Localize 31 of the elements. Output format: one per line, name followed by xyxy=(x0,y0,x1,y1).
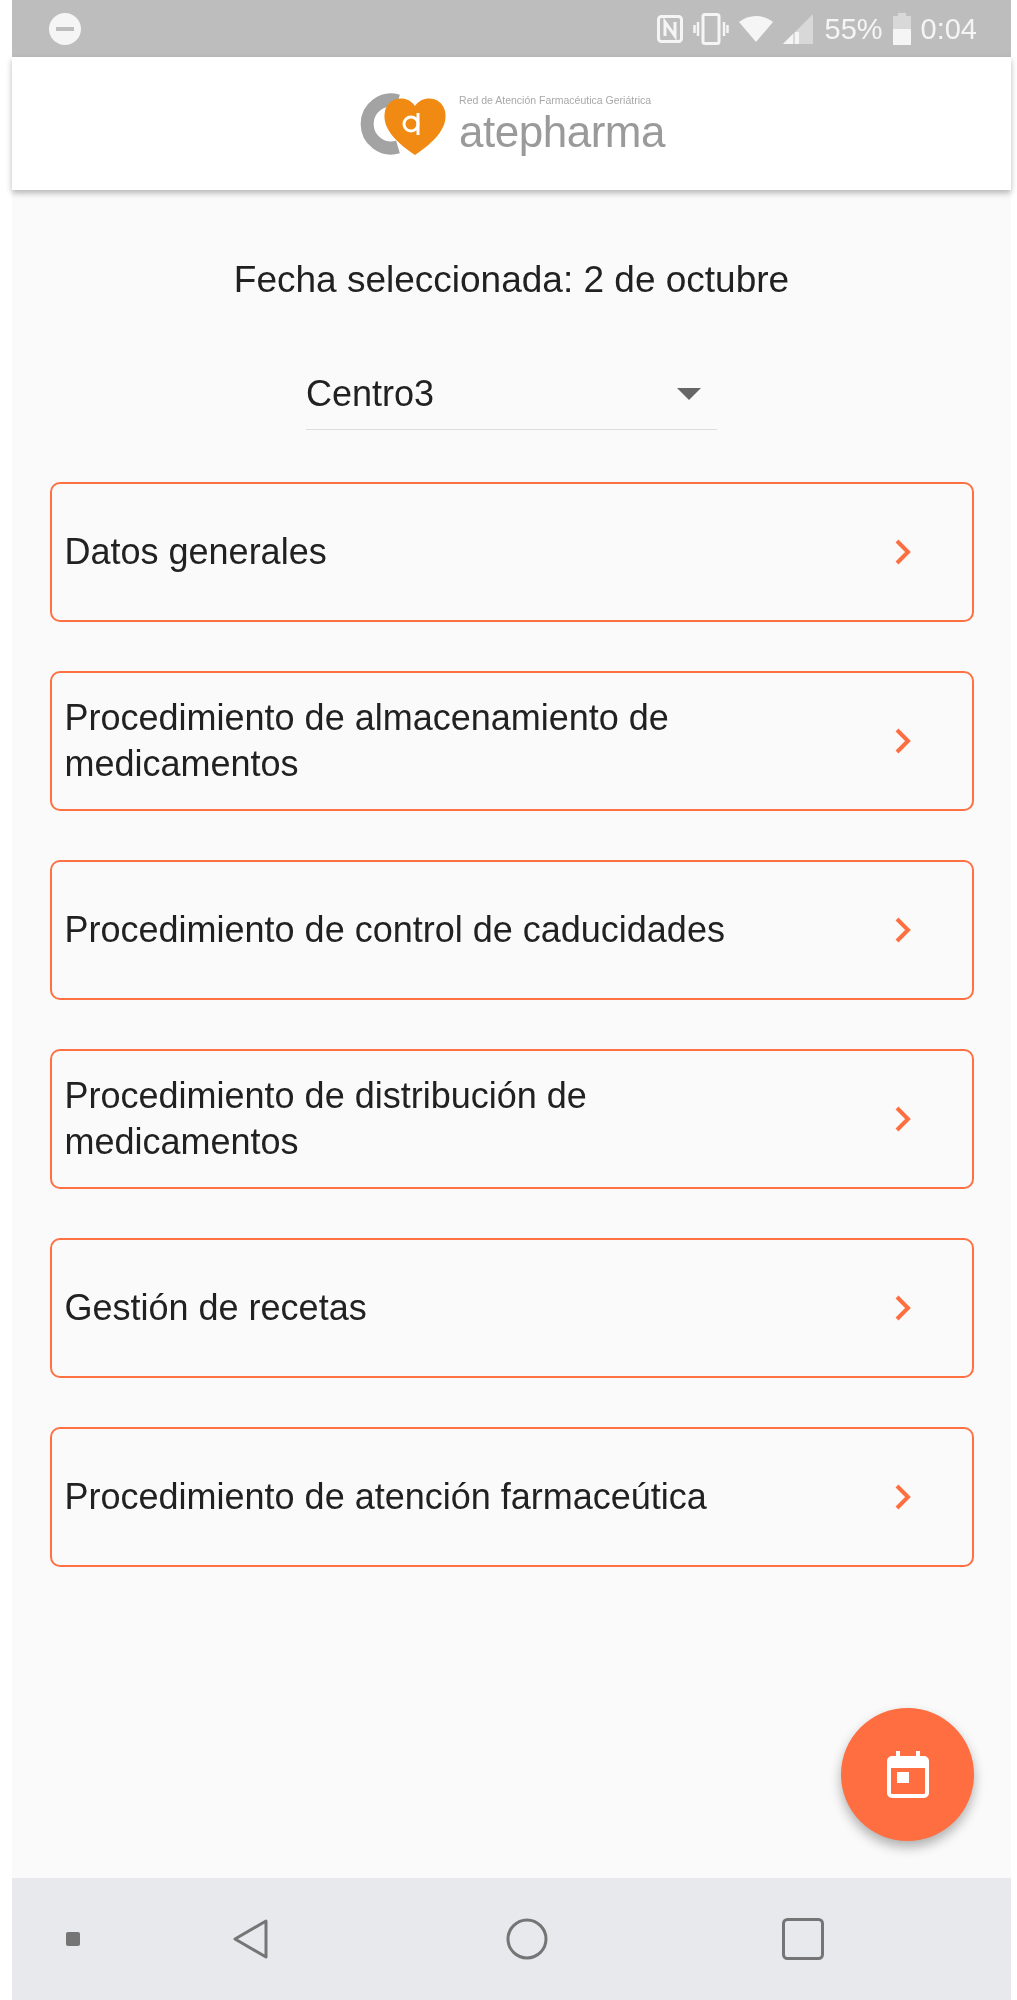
chevron-right-icon xyxy=(894,728,911,754)
calendar-button[interactable] xyxy=(841,1708,974,1841)
signal-icon xyxy=(782,13,815,44)
selected-date-label: Fecha seleccionada: 2 de octubre xyxy=(233,258,790,302)
chevron-right-icon xyxy=(894,1106,911,1132)
home-icon[interactable] xyxy=(506,1918,548,1960)
chevron-right-icon xyxy=(894,1295,911,1321)
do-not-disturb-icon xyxy=(49,12,81,45)
wifi-icon xyxy=(738,15,773,42)
chevron-right-icon xyxy=(894,1484,911,1510)
battery-percentage: 55% xyxy=(824,11,883,46)
chevron-right-icon xyxy=(894,539,911,565)
recent-apps-icon[interactable] xyxy=(782,1918,824,1960)
dropdown-caret-icon xyxy=(677,387,701,400)
section-button[interactable]: Procedimiento de control de caducidades xyxy=(49,860,974,1000)
logo-tagline: Red de Atención Farmacéutica Geriátrica xyxy=(459,93,653,106)
logo-wordmark: atepharma xyxy=(459,109,665,154)
section-button[interactable]: Procedimiento de atención farmaceútica xyxy=(49,1427,974,1567)
clock-time: 0:04 xyxy=(920,11,977,46)
section-button[interactable]: Datos generales xyxy=(49,482,974,622)
section-button[interactable]: Gestión de recetas xyxy=(49,1238,974,1378)
nfc-icon xyxy=(656,13,683,44)
heart-logo-icon xyxy=(358,90,449,157)
battery-icon xyxy=(892,12,911,45)
calendar-icon xyxy=(886,1751,929,1798)
center-dropdown[interactable]: Centro3 xyxy=(306,358,717,430)
section-button[interactable]: Procedimiento de distribución de medicamentos xyxy=(49,1049,974,1189)
back-icon[interactable] xyxy=(232,1918,270,1960)
section-button[interactable]: Procedimiento de almacenamiento de medicamentos xyxy=(49,671,974,811)
vibrate-icon xyxy=(692,12,729,45)
chevron-right-icon xyxy=(894,917,911,943)
